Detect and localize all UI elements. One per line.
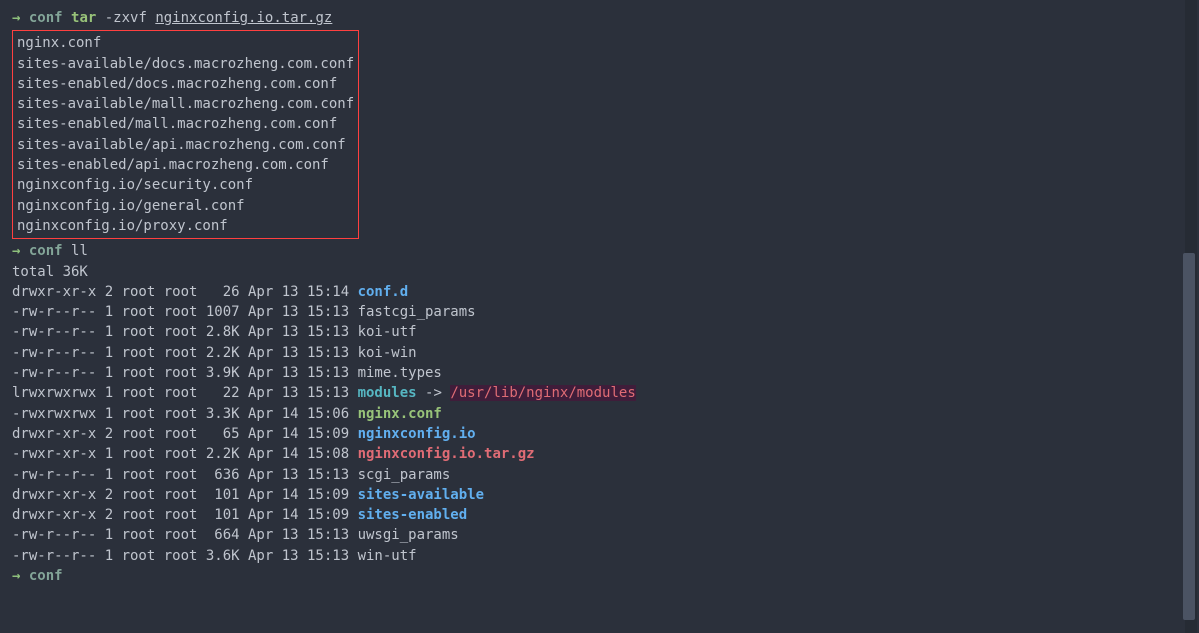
- ll-row: drwxr-xr-x 2 root root 26 Apr 13 15:14 c…: [12, 282, 1187, 302]
- prompt-line-1: → conf tar -zxvf nginxconfig.io.tar.gz: [12, 8, 1187, 28]
- prompt-line-2: → conf ll: [12, 241, 1187, 261]
- ll-row: drwxr-xr-x 2 root root 101 Apr 14 15:09 …: [12, 485, 1187, 505]
- ll-row: -rwxr-xr-x 1 root root 2.2K Apr 14 15:08…: [12, 444, 1187, 464]
- tar-line: nginxconfig.io/security.conf: [17, 175, 354, 195]
- tar-line: sites-enabled/docs.macrozheng.com.conf: [17, 74, 354, 94]
- tar-line: sites-enabled/api.macrozheng.com.conf: [17, 155, 354, 175]
- ll-row: -rw-r--r-- 1 root root 3.6K Apr 13 15:13…: [12, 546, 1187, 566]
- tar-output-highlight: nginx.conf sites-available/docs.macrozhe…: [12, 30, 359, 239]
- cmd-args: -zxvf: [96, 10, 155, 26]
- ll-row: -rwxrwxrwx 1 root root 3.3K Apr 14 15:06…: [12, 404, 1187, 424]
- prompt-arrow: →: [12, 243, 29, 259]
- tar-line: nginx.conf: [17, 33, 354, 53]
- ll-row: -rw-r--r-- 1 root root 2.2K Apr 13 15:13…: [12, 343, 1187, 363]
- prompt-cwd: conf: [29, 10, 63, 26]
- tar-line: sites-available/mall.macrozheng.com.conf: [17, 94, 354, 114]
- tar-line: nginxconfig.io/proxy.conf: [17, 216, 354, 236]
- prompt-arrow: →: [12, 10, 29, 26]
- tar-line: sites-enabled/mall.macrozheng.com.conf: [17, 114, 354, 134]
- ll-listing: drwxr-xr-x 2 root root 26 Apr 13 15:14 c…: [12, 282, 1187, 566]
- ll-total: total 36K: [12, 262, 1187, 282]
- terminal[interactable]: → conf tar -zxvf nginxconfig.io.tar.gz n…: [12, 8, 1187, 586]
- tar-line: sites-available/docs.macrozheng.com.conf: [17, 54, 354, 74]
- cmd-tar: tar: [71, 10, 96, 26]
- prompt-arrow: →: [12, 568, 29, 584]
- cmd-file: nginxconfig.io.tar.gz: [155, 10, 332, 26]
- tar-line: nginxconfig.io/general.conf: [17, 196, 354, 216]
- cmd-ll: ll: [71, 243, 88, 259]
- scrollbar-track[interactable]: [1185, 0, 1197, 633]
- ll-row: drwxr-xr-x 2 root root 101 Apr 14 15:09 …: [12, 505, 1187, 525]
- prompt-cwd: conf: [29, 243, 63, 259]
- ll-row: -rw-r--r-- 1 root root 1007 Apr 13 15:13…: [12, 302, 1187, 322]
- ll-row: drwxr-xr-x 2 root root 65 Apr 14 15:09 n…: [12, 424, 1187, 444]
- scrollbar-thumb[interactable]: [1183, 253, 1195, 620]
- prompt-cwd: conf: [29, 568, 63, 584]
- ll-row: -rw-r--r-- 1 root root 636 Apr 13 15:13 …: [12, 465, 1187, 485]
- ll-row: -rw-r--r-- 1 root root 3.9K Apr 13 15:13…: [12, 363, 1187, 383]
- ll-row: -rw-r--r-- 1 root root 2.8K Apr 13 15:13…: [12, 322, 1187, 342]
- ll-row: -rw-r--r-- 1 root root 664 Apr 13 15:13 …: [12, 525, 1187, 545]
- ll-row: lrwxrwxrwx 1 root root 22 Apr 13 15:13 m…: [12, 383, 1187, 403]
- prompt-line-3: → conf: [12, 566, 1187, 586]
- tar-line: sites-available/api.macrozheng.com.conf: [17, 135, 354, 155]
